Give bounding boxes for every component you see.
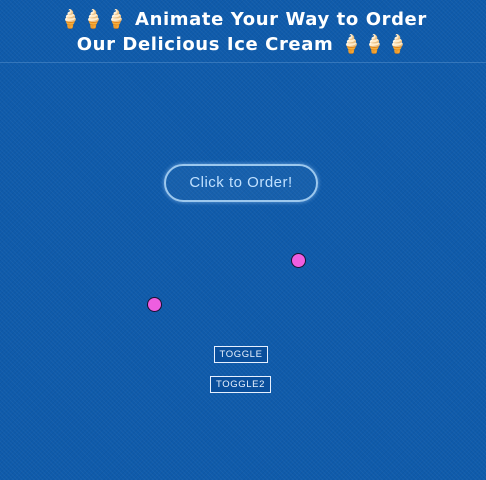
animated-dot — [147, 297, 162, 312]
animated-dot — [291, 253, 306, 268]
page-title-line-1: 🍦🍦🍦 Animate Your Way to Order — [59, 9, 427, 30]
page-header: 🍦🍦🍦 Animate Your Way to Order Our Delici… — [0, 0, 486, 63]
toggle-button[interactable]: TOGGLE — [214, 346, 268, 363]
page-title-line-2: Our Delicious Ice Cream 🍦🍦🍦 — [76, 34, 410, 55]
order-button[interactable]: Click to Order! — [164, 164, 318, 202]
toggle2-button[interactable]: TOGGLE2 — [210, 376, 271, 393]
